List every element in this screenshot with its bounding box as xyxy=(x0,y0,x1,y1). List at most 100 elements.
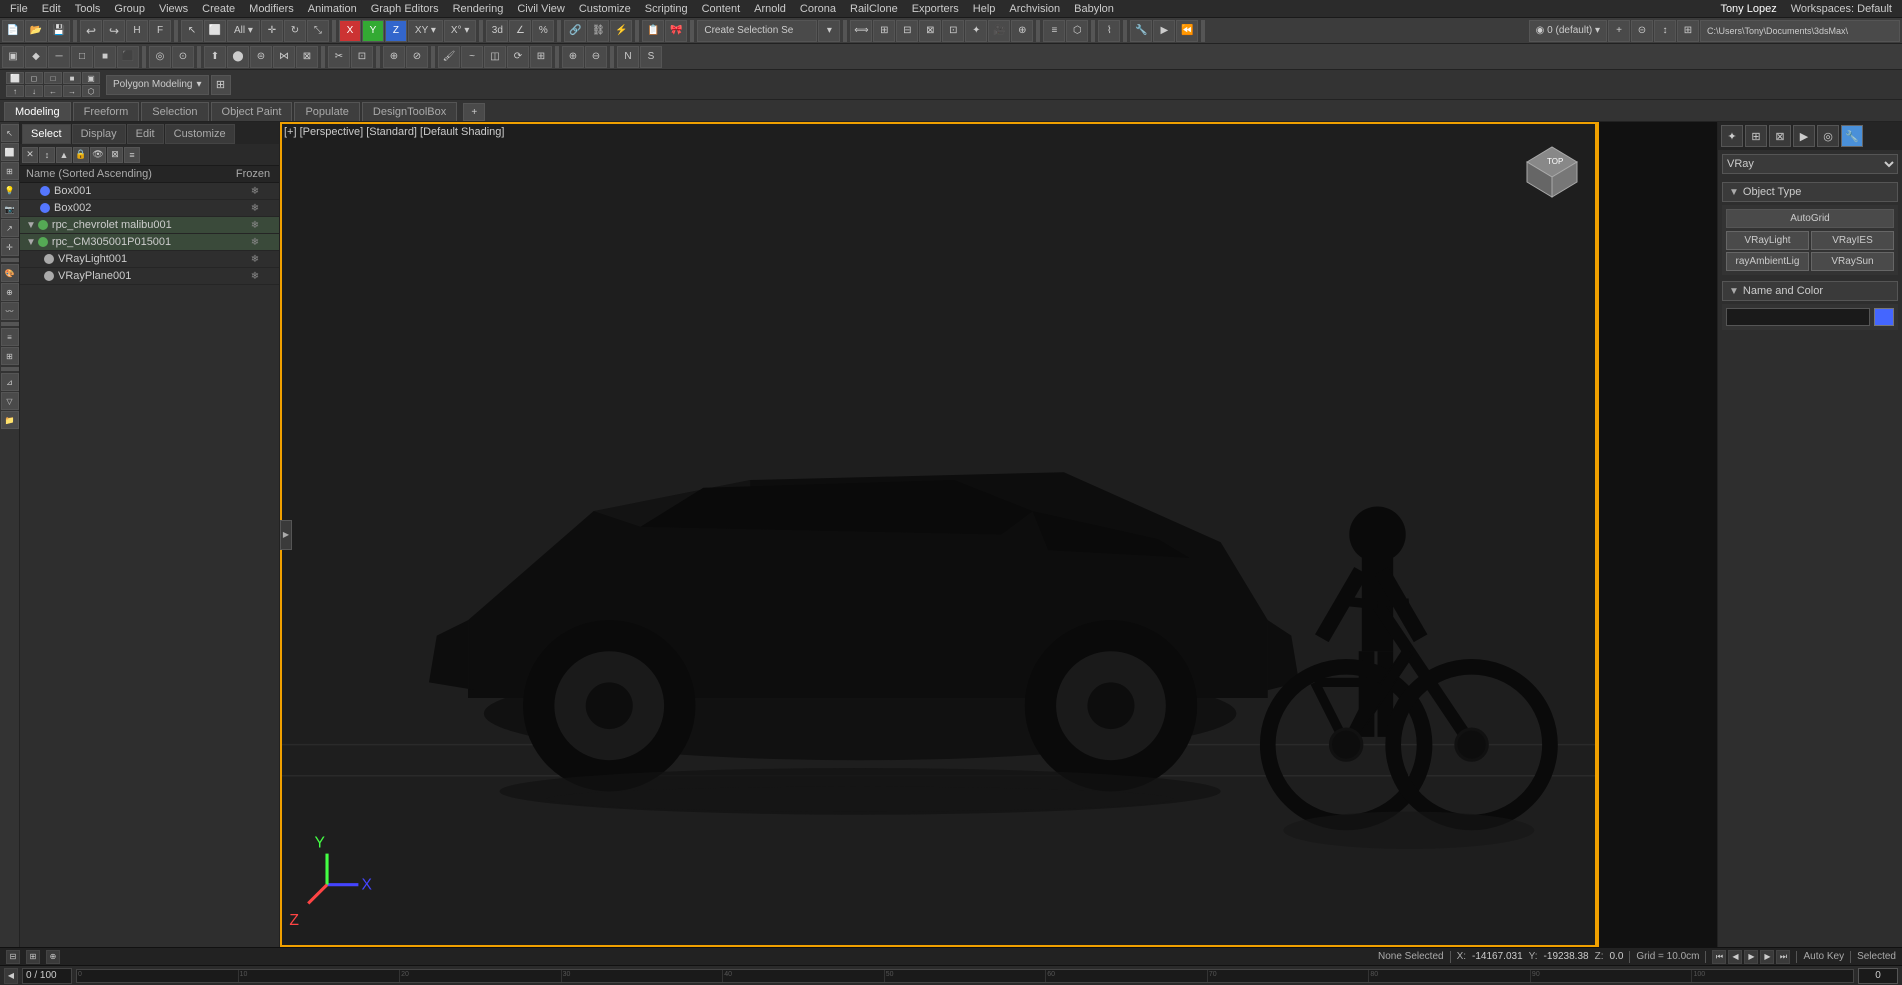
cut-btn[interactable]: ✂ xyxy=(328,46,350,68)
render-last-btn[interactable]: ⏪ xyxy=(1176,20,1198,42)
lt-move-btn[interactable]: ✛ xyxy=(1,238,19,256)
extrude-btn[interactable]: ⬆ xyxy=(204,46,226,68)
lt-custom-btn[interactable]: ⊞ xyxy=(1,162,19,180)
lt-folder-btn[interactable]: 📁 xyxy=(1,411,19,429)
3d-snap-btn[interactable]: 3d xyxy=(486,20,508,42)
viewport2[interactable] xyxy=(1597,122,1717,947)
relax-btn[interactable]: ~ xyxy=(461,46,483,68)
generate-btn[interactable]: ⟳ xyxy=(507,46,529,68)
menu-civil-view[interactable]: Civil View xyxy=(511,2,570,16)
xyz-z-btn[interactable]: Z xyxy=(385,20,407,42)
next-key-btn[interactable]: ▶ xyxy=(1760,950,1774,964)
frame-counter[interactable]: 0 / 100 xyxy=(22,968,72,984)
status-icon-1[interactable]: ⊟ xyxy=(6,950,20,964)
bridge-btn[interactable]: ⋈ xyxy=(273,46,295,68)
tab-object-paint[interactable]: Object Paint xyxy=(211,102,293,121)
menu-views[interactable]: Views xyxy=(153,2,194,16)
menu-modifiers[interactable]: Modifiers xyxy=(243,2,300,16)
rotate-btn[interactable]: ↻ xyxy=(284,20,306,42)
menu-file[interactable]: File xyxy=(4,2,34,16)
scene-tab-select[interactable]: Select xyxy=(22,124,71,144)
pm-btn-3[interactable]: □ xyxy=(44,72,62,84)
menu-animation[interactable]: Animation xyxy=(302,2,363,16)
lt-layer-btn[interactable]: ≡ xyxy=(1,328,19,346)
collapse-btn[interactable]: ⊘ xyxy=(406,46,428,68)
tab-designtoolbox[interactable]: DesignToolBox xyxy=(362,102,457,121)
array-btn[interactable]: ⊞ xyxy=(873,20,895,42)
hard-normals-btn[interactable]: N xyxy=(617,46,639,68)
scene-item-vraylight001[interactable]: VRayLight001 ❄ xyxy=(20,251,279,268)
status-icon-2[interactable]: ⊞ xyxy=(26,950,40,964)
normal-align-btn[interactable]: ⊡ xyxy=(942,20,964,42)
scene-sync-btn[interactable]: ↕ xyxy=(39,147,55,163)
connect-btn[interactable]: ⊠ xyxy=(296,46,318,68)
bevel-btn[interactable]: ⬤ xyxy=(227,46,249,68)
angle-snap-btn[interactable]: ∠ xyxy=(509,20,531,42)
vraylight-btn[interactable]: VRayLight xyxy=(1726,231,1809,250)
percent-snap-btn[interactable]: % xyxy=(532,20,554,42)
edge-btn[interactable]: ─ xyxy=(48,46,70,68)
place-highlight-btn[interactable]: ✦ xyxy=(965,20,987,42)
timeline-expand-btn[interactable]: ◀ xyxy=(4,968,18,984)
scene-lock-btn[interactable]: 🔒 xyxy=(73,147,89,163)
status-icon-3[interactable]: ⊕ xyxy=(46,950,60,964)
lt-light-btn[interactable]: 💡 xyxy=(1,181,19,199)
align-btn[interactable]: ⊠ xyxy=(919,20,941,42)
pm-btn-6[interactable]: ↑ xyxy=(6,85,24,97)
layer-btn[interactable]: 📋 xyxy=(642,20,664,42)
menu-arnold[interactable]: Arnold xyxy=(748,2,792,16)
border-btn[interactable]: □ xyxy=(71,46,93,68)
pm-btn-10[interactable]: ⬡ xyxy=(82,85,100,97)
pm-align-btn[interactable]: ⊞ xyxy=(211,75,231,95)
selection-grow-btn[interactable]: ⊕ xyxy=(562,46,584,68)
color-swatch[interactable] xyxy=(1874,308,1894,326)
pm-btn-1[interactable]: ⬜ xyxy=(6,72,24,84)
menu-help[interactable]: Help xyxy=(967,2,1002,16)
save-file-btn[interactable]: 💾 xyxy=(48,20,70,42)
element-btn[interactable]: ⬛ xyxy=(117,46,139,68)
viewport-area[interactable]: [+] [Perspective] [Standard] [Default Sh… xyxy=(280,122,1597,947)
editable-poly-btn[interactable]: ▣ xyxy=(2,46,24,68)
play-btn[interactable]: ▶ xyxy=(1744,950,1758,964)
ring-btn[interactable]: ⊙ xyxy=(172,46,194,68)
open-file-btn[interactable]: 📂 xyxy=(25,20,47,42)
new-file-btn[interactable]: 📄 xyxy=(2,20,24,42)
mirror-btn[interactable]: ⟺ xyxy=(850,20,872,42)
menu-create[interactable]: Create xyxy=(196,2,241,16)
vraysun-btn[interactable]: VRaySun xyxy=(1811,252,1894,271)
unlink-btn[interactable]: ⛓ xyxy=(587,20,609,42)
smooth-btn[interactable]: S xyxy=(640,46,662,68)
preserve-btn[interactable]: ⊞ xyxy=(530,46,552,68)
render-frame-btn[interactable]: ▶ xyxy=(1153,20,1175,42)
cmd-tab-motion[interactable]: ▶ xyxy=(1793,125,1815,147)
menu-railclone[interactable]: RailClone xyxy=(844,2,904,16)
vertex-btn[interactable]: ◆ xyxy=(25,46,47,68)
autogrid-btn[interactable]: AutoGrid xyxy=(1726,209,1894,228)
percent-dropdown[interactable]: X° ▾ xyxy=(444,20,476,42)
create-selection-set-btn[interactable]: Create Selection Se xyxy=(697,20,817,42)
cmd-tab-hierarchy[interactable]: ⊠ xyxy=(1769,125,1791,147)
render-setup-btn[interactable]: 🔧 xyxy=(1130,20,1152,42)
render-btn-b[interactable]: ⊝ xyxy=(1631,20,1653,42)
cmd-tab-display[interactable]: ◎ xyxy=(1817,125,1839,147)
quick-align-btn[interactable]: ⊟ xyxy=(896,20,918,42)
workspace-menu[interactable]: Workspaces: Default xyxy=(1785,2,1898,16)
pm-btn-4[interactable]: ■ xyxy=(63,72,81,84)
menu-babylon[interactable]: Babylon xyxy=(1068,2,1120,16)
scene-filter-btn[interactable]: ⊠ xyxy=(107,147,123,163)
lt-arrow-btn[interactable]: ↖ xyxy=(1,124,19,142)
select-region-btn[interactable]: ⬜ xyxy=(204,20,226,42)
curve-editor-btn[interactable]: ⌇ xyxy=(1098,20,1120,42)
ribbon-btn[interactable]: 🎀 xyxy=(665,20,687,42)
select-object-btn[interactable]: ↖ xyxy=(181,20,203,42)
bind-btn[interactable]: ⚡ xyxy=(610,20,632,42)
named-selection-dropdown[interactable]: ▾ xyxy=(818,20,840,42)
menu-tools[interactable]: Tools xyxy=(69,2,107,16)
scene-tab-customize[interactable]: Customize xyxy=(165,124,235,144)
selection-shrink-btn[interactable]: ⊖ xyxy=(585,46,607,68)
menu-edit[interactable]: Edit xyxy=(36,2,67,16)
name-color-header[interactable]: ▼ Name and Color xyxy=(1722,281,1898,301)
viewport-toggle-btn[interactable]: ▶ xyxy=(280,520,292,550)
name-input[interactable] xyxy=(1726,308,1870,326)
pm-btn-7[interactable]: ↓ xyxy=(25,85,43,97)
